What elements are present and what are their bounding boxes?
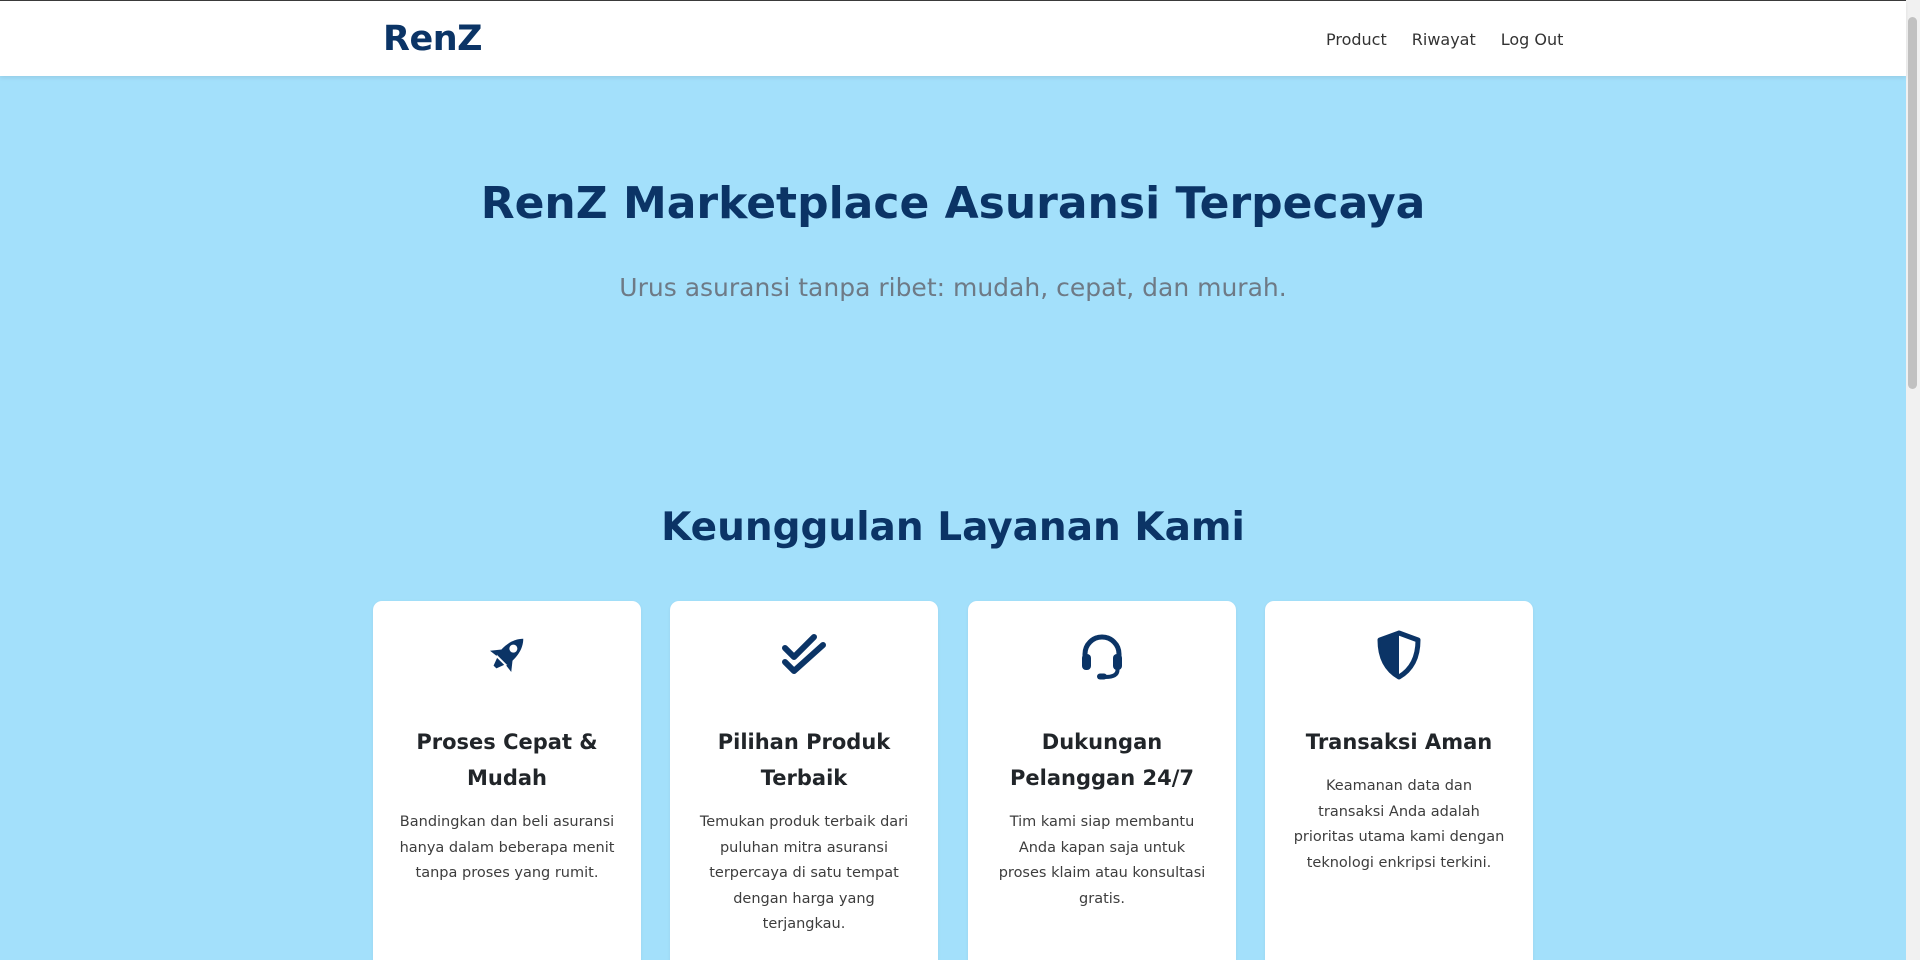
page-scrollbar[interactable]	[1906, 0, 1920, 960]
headset-icon	[968, 628, 1236, 682]
feature-card-text: Keamanan data dan transaksi Anda adalah …	[1293, 778, 1505, 871]
scrollbar-thumb[interactable]	[1908, 17, 1917, 389]
nav-links: Product Riwayat Log Out	[1326, 30, 1563, 49]
brand-logo[interactable]: RenZ	[383, 19, 482, 59]
double-check-icon	[670, 628, 938, 682]
window-top-border	[0, 0, 1906, 1]
hero-subtitle: Urus asuransi tanpa ribet: mudah, cepat,…	[619, 273, 1287, 302]
feature-card-fast: Proses Cepat & Mudah Bandingkan dan beli…	[373, 601, 641, 960]
feature-card-text: Temukan produk terbaik dari puluhan mitr…	[699, 814, 909, 932]
navbar: RenZ Product Riwayat Log Out	[0, 1, 1906, 76]
nav-link-logout[interactable]: Log Out	[1501, 30, 1564, 49]
nav-link-riwayat[interactable]: Riwayat	[1412, 30, 1476, 49]
nav-link-product[interactable]: Product	[1326, 30, 1387, 49]
feature-card-support: Dukungan Pelanggan 24/7 Tim kami siap me…	[968, 601, 1236, 960]
rocket-icon	[373, 628, 641, 682]
shield-icon	[1265, 628, 1533, 682]
feature-card-security: Transaksi Aman Keamanan data dan transak…	[1265, 601, 1533, 960]
feature-card-text: Bandingkan dan beli asuransi hanya dalam…	[399, 814, 615, 881]
hero-title: RenZ Marketplace Asuransi Terpecaya	[480, 178, 1426, 229]
features-title: Keunggulan Layanan Kami	[661, 505, 1245, 550]
feature-card-text: Tim kami siap membantu Anda kapan saja u…	[998, 814, 1206, 907]
feature-card-products: Pilihan Produk Terbaik Temukan produk te…	[670, 601, 938, 960]
